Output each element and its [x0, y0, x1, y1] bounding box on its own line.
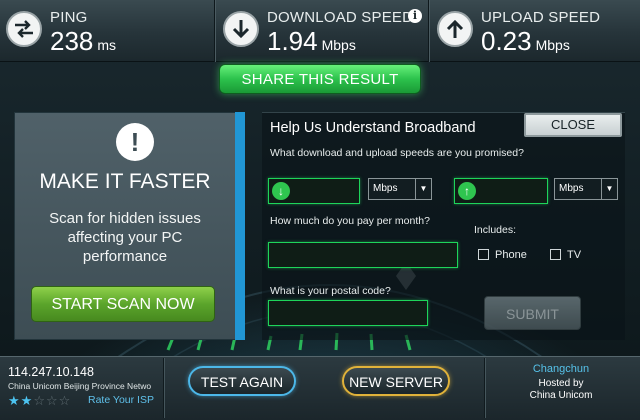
ping-number: 238 [50, 26, 94, 56]
share-result-button[interactable]: SHARE THIS RESULT [219, 64, 421, 94]
monthly-cost-input[interactable] [268, 242, 458, 268]
ping-stat: PING 238 ms [0, 0, 213, 62]
upload-stat: UPLOAD SPEED 0.23 Mbps [428, 0, 640, 62]
upload-number: 0.23 [481, 26, 532, 56]
download-unit: Mbps [321, 37, 356, 53]
chevron-down-icon: ▼ [601, 179, 617, 199]
survey-title: Help Us Understand Broadband [270, 120, 476, 136]
stats-bar: PING 238 ms DOWNLOAD SPEED i 1.94 Mbps U… [0, 0, 640, 62]
host-name: China Unicom [529, 390, 593, 401]
star-icon[interactable]: ★ [8, 393, 21, 408]
upload-unit-select[interactable]: Mbps ▼ [554, 178, 618, 200]
submit-button[interactable]: SUBMIT [484, 296, 581, 330]
download-arrow-icon: ↓ [272, 182, 290, 200]
isp-rating-stars[interactable]: ★★☆☆☆ [8, 393, 71, 409]
includes-label: Includes: [474, 224, 517, 236]
promo-title: MAKE IT FASTER [39, 170, 211, 193]
download-speed-input[interactable]: ↓ [268, 178, 360, 204]
speedtest-app: PING 238 ms DOWNLOAD SPEED i 1.94 Mbps U… [0, 0, 640, 420]
download-unit-value: Mbps [373, 183, 398, 194]
upload-arrow-icon [437, 11, 473, 47]
star-icon[interactable]: ☆ [46, 393, 59, 408]
new-server-button[interactable]: NEW SERVER [342, 366, 450, 396]
divider [163, 358, 164, 418]
server-city: Changchun [532, 363, 590, 375]
divider [484, 358, 485, 418]
ping-label: PING [50, 9, 88, 26]
upload-unit: Mbps [535, 37, 570, 53]
phone-label: Phone [495, 249, 527, 261]
start-scan-button[interactable]: START SCAN NOW [31, 286, 215, 322]
postal-question: What is your postal code? [270, 285, 391, 297]
promo-description: Scan for hidden issues affecting your PC… [49, 210, 201, 265]
chevron-down-icon: ▼ [415, 179, 431, 199]
download-number: 1.94 [267, 26, 318, 56]
ip-address: 114.247.10.148 [8, 365, 94, 379]
bottom-bar: 114.247.10.148 China Unicom Beijing Prov… [0, 356, 640, 420]
hosted-by-label: Hosted by [538, 378, 584, 389]
upload-arrow-icon: ↑ [458, 182, 476, 200]
pay-question: How much do you pay per month? [270, 215, 430, 227]
upload-speed-input[interactable]: ↑ [454, 178, 548, 204]
ping-value: 238 ms [50, 26, 116, 57]
download-unit-select[interactable]: Mbps ▼ [368, 178, 432, 200]
download-value: 1.94 Mbps [267, 26, 356, 57]
download-arrow-icon [223, 11, 259, 47]
test-again-button[interactable]: TEST AGAIN [188, 366, 296, 396]
star-icon[interactable]: ☆ [33, 393, 46, 408]
postal-code-input[interactable] [268, 300, 428, 326]
tv-checkbox[interactable] [550, 249, 561, 260]
ping-arrows-icon [6, 11, 42, 47]
ping-unit: ms [97, 37, 117, 53]
download-label: DOWNLOAD SPEED [267, 9, 414, 26]
tv-label: TV [567, 249, 582, 261]
isp-name: China Unicom Beijing Province Netwo [8, 381, 152, 391]
server-host-info: Hosted by China Unicom [488, 378, 634, 402]
star-icon[interactable]: ☆ [59, 393, 72, 408]
promo-accent-stripe [235, 112, 245, 340]
survey-panel: Help Us Understand Broadband CLOSE What … [262, 112, 625, 340]
speed-question: What download and upload speeds are you … [270, 147, 524, 159]
promo-panel: ! MAKE IT FASTER Scan for hidden issues … [14, 112, 244, 340]
upload-value: 0.23 Mbps [481, 26, 570, 57]
upload-label: UPLOAD SPEED [481, 9, 601, 26]
alert-icon: ! [116, 123, 154, 161]
phone-checkbox[interactable] [478, 249, 489, 260]
close-button[interactable]: CLOSE [524, 113, 622, 137]
rate-isp-link[interactable]: Rate Your ISP [88, 394, 154, 406]
info-icon[interactable]: i [408, 9, 422, 23]
upload-unit-value: Mbps [559, 183, 584, 194]
star-icon[interactable]: ★ [21, 393, 34, 408]
download-stat: DOWNLOAD SPEED i 1.94 Mbps [214, 0, 427, 62]
